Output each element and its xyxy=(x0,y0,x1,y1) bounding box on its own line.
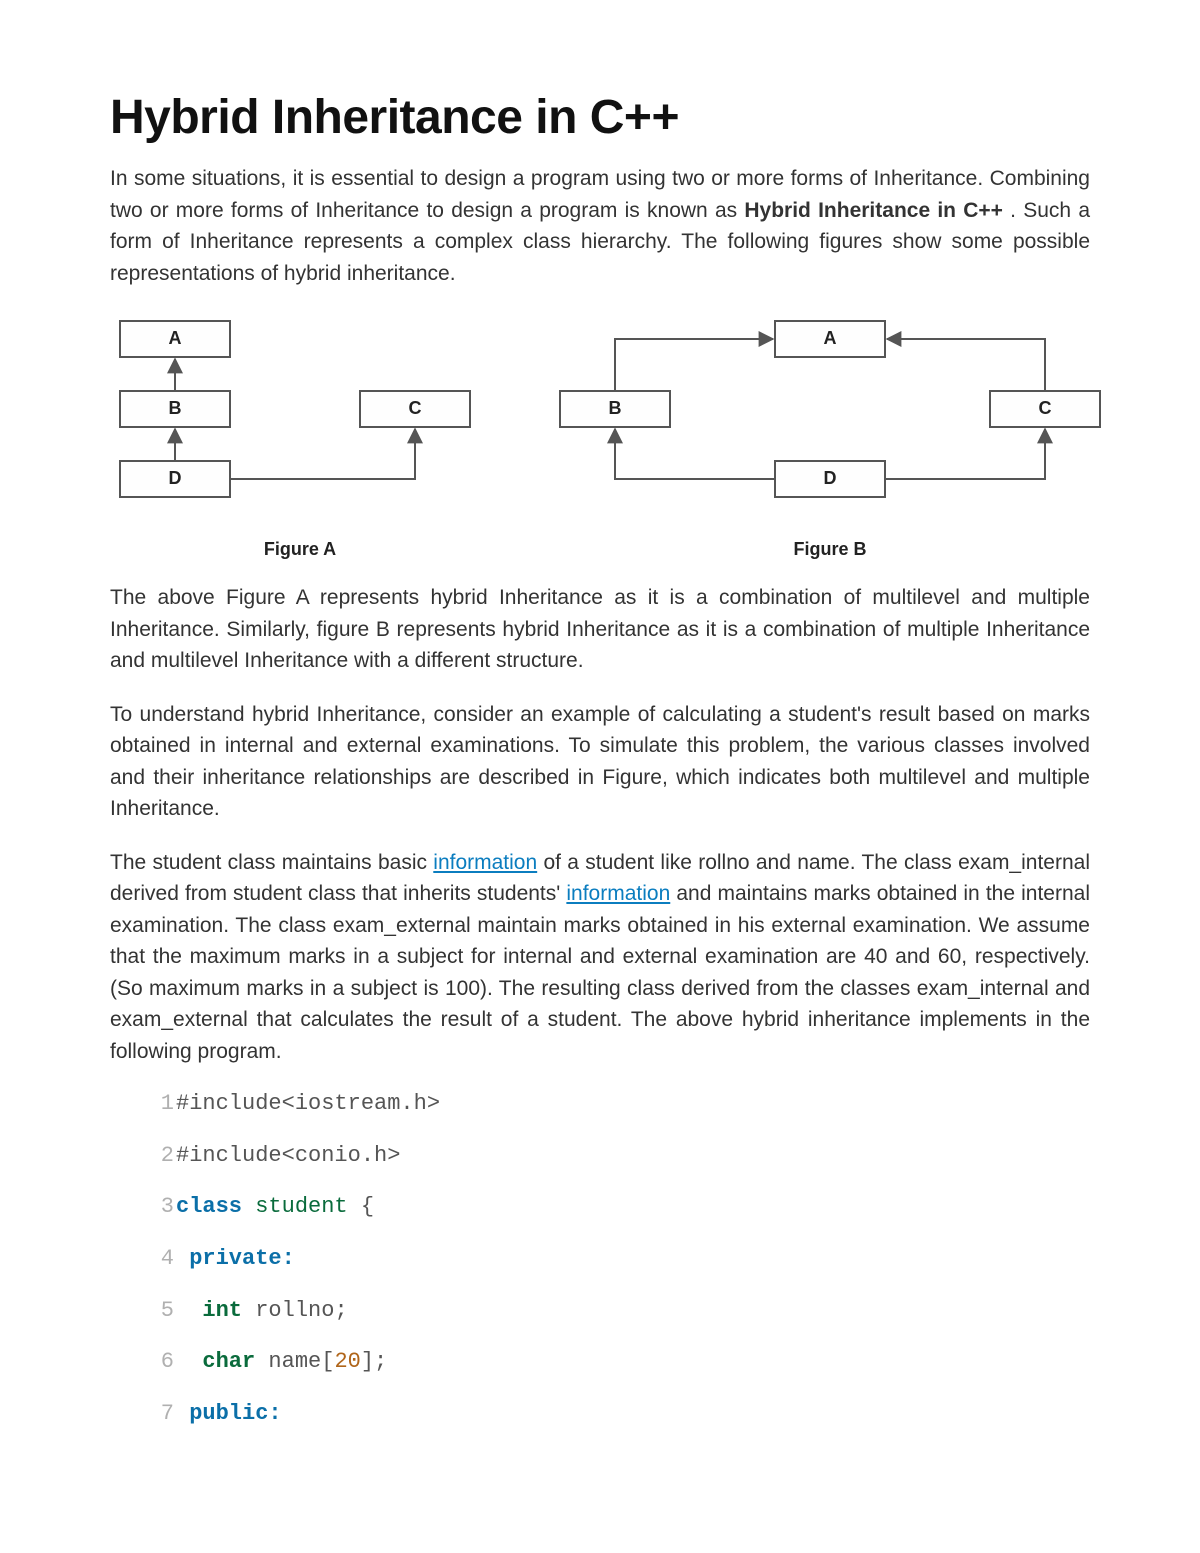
code-token xyxy=(255,1349,268,1374)
code-token: class xyxy=(176,1194,242,1219)
page-title: Hybrid Inheritance in C++ xyxy=(110,90,1090,145)
line-number: 3 xyxy=(150,1192,174,1222)
para4-s3: and maintains marks obtained in the inte… xyxy=(110,882,1090,1063)
code-line: 4 private: xyxy=(150,1244,1090,1274)
figA-label-D: D xyxy=(169,468,182,488)
code-line: 2#include<conio.h> xyxy=(150,1141,1090,1171)
figure-b-caption: Figure B xyxy=(793,539,866,560)
code-line: 6 char name[20]; xyxy=(150,1347,1090,1377)
code-token: : xyxy=(268,1401,281,1426)
code-line: 1#include<iostream.h> xyxy=(150,1089,1090,1119)
line-number: 2 xyxy=(150,1141,174,1171)
para4-s1: The student class maintains basic xyxy=(110,851,433,874)
code-content: class student { xyxy=(176,1192,374,1222)
code-content: #include<iostream.h> xyxy=(176,1089,440,1119)
code-token: ; xyxy=(334,1298,347,1323)
code-token: [ xyxy=(321,1349,334,1374)
figA-label-A: A xyxy=(169,328,182,348)
code-token: char xyxy=(202,1349,255,1374)
code-token xyxy=(242,1194,255,1219)
line-number: 7 xyxy=(150,1399,174,1429)
figA-label-C: C xyxy=(409,398,422,418)
code-token: #include<iostream.h> xyxy=(176,1091,440,1116)
code-token: ; xyxy=(374,1349,387,1374)
diagram-a: A B C D xyxy=(110,311,490,531)
diagram-b: A B C D xyxy=(550,311,1110,531)
figB-label-C: C xyxy=(1039,398,1052,418)
code-token: name xyxy=(268,1349,321,1374)
code-content: private: xyxy=(176,1244,295,1274)
line-number: 1 xyxy=(150,1089,174,1119)
line-number: 6 xyxy=(150,1347,174,1377)
figB-label-A: A xyxy=(824,328,837,348)
para-2: The above Figure A represents hybrid Inh… xyxy=(110,582,1090,677)
code-line: 7 public: xyxy=(150,1399,1090,1429)
code-content: public: xyxy=(176,1399,282,1429)
code-token xyxy=(242,1298,255,1323)
code-token xyxy=(176,1246,189,1271)
code-token: #include<conio.h> xyxy=(176,1143,400,1168)
code-token: student xyxy=(255,1194,347,1219)
code-token xyxy=(176,1298,202,1323)
code-token: : xyxy=(282,1246,295,1271)
code-content: char name[20]; xyxy=(176,1347,387,1377)
line-number: 4 xyxy=(150,1244,174,1274)
intro-bold-term: Hybrid Inheritance in C++ xyxy=(744,199,1003,222)
para-3: To understand hybrid Inheritance, consid… xyxy=(110,699,1090,825)
code-token: ] xyxy=(361,1349,374,1374)
line-number: 5 xyxy=(150,1296,174,1326)
code-token: public xyxy=(189,1401,268,1426)
code-token: { xyxy=(361,1194,374,1219)
code-line: 5 int rollno; xyxy=(150,1296,1090,1326)
code-content: #include<conio.h> xyxy=(176,1141,400,1171)
code-block: 1#include<iostream.h>2#include<conio.h>3… xyxy=(110,1089,1090,1429)
code-content: int rollno; xyxy=(176,1296,348,1326)
intro-paragraph: In some situations, it is essential to d… xyxy=(110,163,1090,289)
code-token: int xyxy=(202,1298,242,1323)
figB-label-D: D xyxy=(824,468,837,488)
figure-b: A B C D Figure B xyxy=(550,311,1110,560)
code-token: 20 xyxy=(334,1349,360,1374)
figB-label-B: B xyxy=(609,398,622,418)
code-line: 3class student { xyxy=(150,1192,1090,1222)
code-token: private xyxy=(189,1246,281,1271)
figures-row: A B C D Figure A A B C xyxy=(110,311,1090,560)
code-token xyxy=(176,1349,202,1374)
para-4: The student class maintains basic inform… xyxy=(110,847,1090,1068)
figA-label-B: B xyxy=(169,398,182,418)
code-token xyxy=(176,1401,189,1426)
code-token xyxy=(348,1194,361,1219)
link-information-2[interactable]: information xyxy=(566,882,670,905)
figure-a: A B C D Figure A xyxy=(110,311,490,560)
link-information-1[interactable]: information xyxy=(433,851,537,874)
code-token: rollno xyxy=(255,1298,334,1323)
figure-a-caption: Figure A xyxy=(264,539,336,560)
